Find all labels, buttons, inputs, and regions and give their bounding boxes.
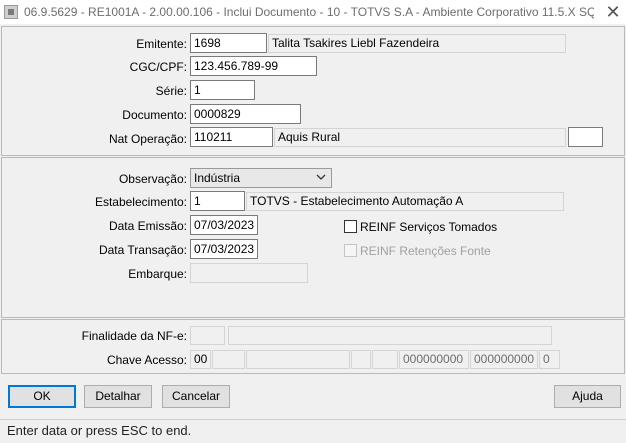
serie-input[interactable]: 1 (190, 80, 255, 100)
chevron-down-icon (316, 174, 326, 180)
chave-acesso-label: Chave Acesso: (106, 353, 187, 367)
document-header-panel: Emitente: 1698 Talita Tsakires Liebl Faz… (1, 26, 625, 156)
title-bar: 06.9.5629 - RE1001A - 2.00.00.106 - Incl… (0, 0, 626, 24)
window-title: 06.9.5629 - RE1001A - 2.00.00.106 - Incl… (24, 5, 594, 19)
ajuda-button[interactable]: Ajuda (554, 385, 621, 408)
chave-acesso-segment: 00 (190, 350, 211, 369)
cgc-cpf-label: CGC/CPF: (129, 60, 187, 74)
estabelecimento-name-field: TOTVS - Estabelecimento Automação A (246, 192, 564, 211)
nat-operacao-extra-input[interactable] (568, 127, 603, 147)
document-details-panel: Observação: Indústria Estabelecimento: 1… (1, 157, 625, 318)
data-transacao-input[interactable]: 07/03/2023 (190, 239, 258, 259)
cgc-cpf-input[interactable]: 123.456.789-99 (190, 56, 317, 76)
emitente-name-field: Talita Tsakires Liebl Fazendeira (268, 34, 566, 53)
embarque-field (190, 263, 308, 283)
chave-acesso-segment (246, 350, 350, 369)
chave-acesso-segment: 0 (539, 350, 560, 369)
documento-input[interactable]: 0000829 (190, 104, 301, 124)
estabelecimento-label: Estabelecimento: (94, 195, 187, 209)
data-emissao-input[interactable]: 07/03/2023 (190, 215, 258, 235)
embarque-label: Embarque: (128, 267, 187, 281)
nat-operacao-description-field: Aquis Rural (274, 128, 566, 147)
status-bar: Enter data or press ESC to end. (0, 419, 626, 443)
chave-acesso-segment (372, 350, 398, 369)
chave-acesso-segment (351, 350, 371, 369)
cancelar-button[interactable]: Cancelar (162, 385, 230, 408)
reinf-servicos-checkbox[interactable] (344, 220, 357, 233)
data-emissao-label: Data Emissão: (108, 219, 187, 233)
nat-operacao-label: Nat Operação: (108, 132, 187, 146)
observacao-label: Observação: (118, 172, 187, 186)
finalidade-code-field (190, 326, 225, 345)
emitente-code-input[interactable]: 1698 (190, 33, 267, 53)
observacao-selected-value: Indústria (194, 171, 241, 185)
emitente-label: Emitente: (136, 37, 187, 51)
estabelecimento-code-input[interactable]: 1 (190, 191, 245, 211)
reinf-retencoes-checkbox (344, 244, 357, 257)
observacao-select[interactable]: Indústria (190, 168, 332, 188)
window-app-icon (4, 5, 18, 19)
reinf-servicos-label: REINF Serviços Tomados (360, 220, 498, 234)
ok-button[interactable]: OK (8, 385, 76, 408)
serie-label: Série: (155, 84, 187, 98)
nfe-panel: Finalidade da NF-e: Chave Acesso: 00 000… (1, 319, 625, 374)
chave-acesso-segment (212, 350, 245, 369)
chave-acesso-segment: 000000000 (399, 350, 469, 369)
documento-label: Documento: (122, 108, 187, 122)
nat-operacao-code-input[interactable]: 110211 (190, 127, 273, 147)
finalidade-nfe-label: Finalidade da NF-e: (81, 329, 187, 343)
close-icon[interactable]: ✕ (600, 1, 626, 23)
reinf-retencoes-label: REINF Retenções Fonte (360, 244, 491, 258)
finalidade-description-field (228, 326, 552, 345)
data-transacao-label: Data Transação: (98, 243, 187, 257)
chave-acesso-segment: 000000000 (470, 350, 538, 369)
detalhar-button[interactable]: Detalhar (84, 385, 152, 408)
